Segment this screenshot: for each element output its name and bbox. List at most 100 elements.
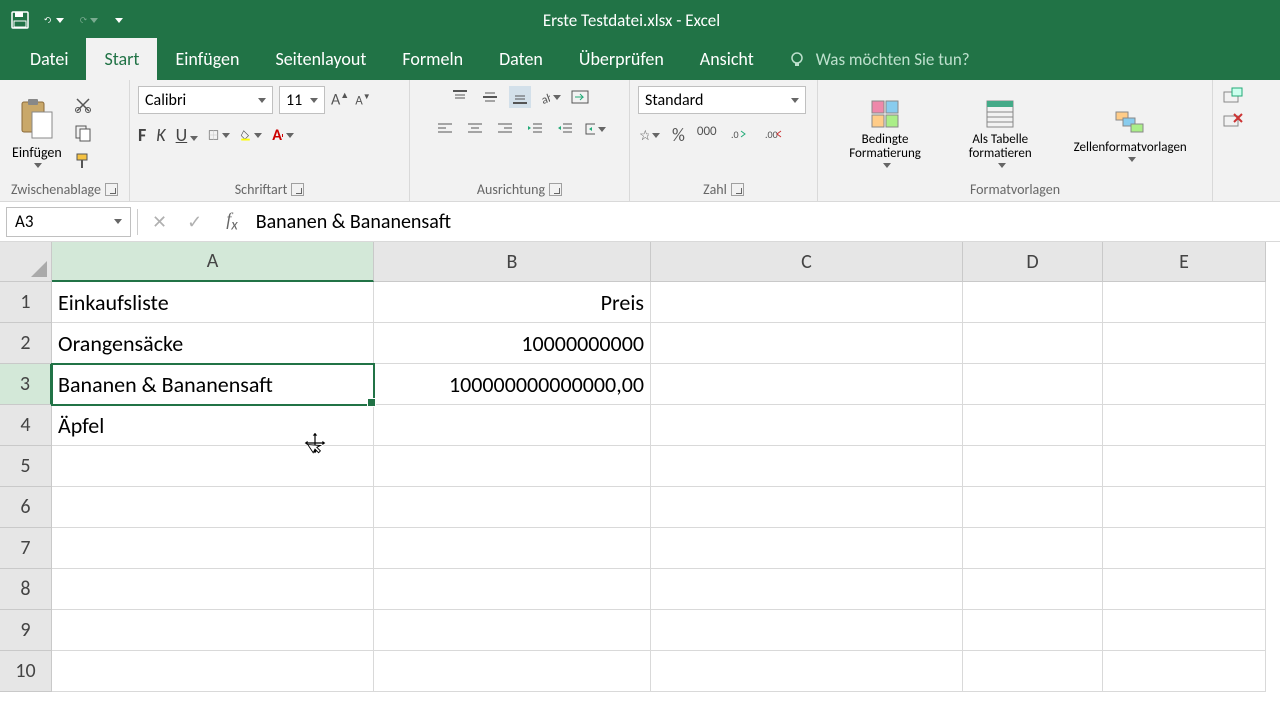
- undo-icon[interactable]: [44, 10, 64, 30]
- redo-icon[interactable]: [78, 10, 98, 30]
- name-box[interactable]: A3: [6, 207, 131, 237]
- font-size-select[interactable]: 11: [279, 86, 325, 114]
- accounting-format-icon[interactable]: ☆: [638, 124, 660, 146]
- row-header-8[interactable]: 8: [0, 569, 52, 610]
- cell-D8[interactable]: [963, 569, 1103, 610]
- decrease-indent-icon[interactable]: [524, 118, 546, 140]
- cell-E4[interactable]: [1103, 405, 1266, 446]
- font-launcher-icon[interactable]: [291, 183, 304, 196]
- cell-D2[interactable]: [963, 323, 1103, 364]
- cell-styles-button[interactable]: Zellenformatvorlagen: [1056, 104, 1204, 162]
- row-header-1[interactable]: 1: [0, 282, 52, 323]
- font-color-icon[interactable]: A: [272, 124, 294, 146]
- row-header-6[interactable]: 6: [0, 487, 52, 528]
- delete-cells-icon[interactable]: [1222, 112, 1244, 130]
- cell-E1[interactable]: [1103, 282, 1266, 323]
- col-header-B[interactable]: B: [374, 242, 651, 282]
- cell-C1[interactable]: [651, 282, 963, 323]
- cell-B9[interactable]: [374, 610, 651, 651]
- format-painter-icon[interactable]: [72, 150, 94, 172]
- cell-B8[interactable]: [374, 569, 651, 610]
- tab-start[interactable]: Start: [86, 38, 157, 80]
- align-launcher-icon[interactable]: [549, 183, 562, 196]
- cell-E7[interactable]: [1103, 528, 1266, 569]
- percent-button[interactable]: %: [672, 124, 685, 146]
- cell-B5[interactable]: [374, 446, 651, 487]
- grow-font-icon[interactable]: A▲: [331, 90, 349, 109]
- decrease-decimal-icon[interactable]: .00: [763, 124, 785, 146]
- cell-D4[interactable]: [963, 405, 1103, 446]
- cell-B7[interactable]: [374, 528, 651, 569]
- insert-cells-icon[interactable]: [1222, 86, 1244, 104]
- borders-icon[interactable]: [208, 124, 230, 146]
- qat-customize-icon[interactable]: [115, 18, 123, 23]
- shrink-font-icon[interactable]: A▼: [355, 92, 370, 108]
- cell-E9[interactable]: [1103, 610, 1266, 651]
- align-left-icon[interactable]: [434, 118, 456, 140]
- save-icon[interactable]: [10, 10, 30, 30]
- bold-button[interactable]: F: [138, 124, 146, 146]
- tab-formeln[interactable]: Formeln: [384, 38, 481, 80]
- row-header-3[interactable]: 3: [0, 364, 52, 405]
- format-as-table-button[interactable]: Als Tabelle formatieren: [946, 97, 1054, 169]
- cell-D6[interactable]: [963, 487, 1103, 528]
- cell-D3[interactable]: [963, 364, 1103, 405]
- cell-C2[interactable]: [651, 323, 963, 364]
- cell-A10[interactable]: [52, 651, 374, 692]
- wrap-text-icon[interactable]: [569, 86, 591, 108]
- cell-E3[interactable]: [1103, 364, 1266, 405]
- increase-decimal-icon[interactable]: .0: [729, 124, 751, 146]
- row-header-2[interactable]: 2: [0, 323, 52, 364]
- spreadsheet-grid[interactable]: ABCDE1EinkaufslistePreis2Orangensäcke100…: [0, 242, 1280, 692]
- align-bottom-icon[interactable]: [509, 86, 531, 108]
- cell-E2[interactable]: [1103, 323, 1266, 364]
- tab-seitenlayout[interactable]: Seitenlayout: [257, 38, 384, 80]
- cell-C4[interactable]: [651, 405, 963, 446]
- cell-D10[interactable]: [963, 651, 1103, 692]
- align-top-icon[interactable]: [449, 86, 471, 108]
- row-header-4[interactable]: 4: [0, 405, 52, 446]
- cell-A2[interactable]: Orangensäcke: [52, 323, 374, 364]
- cell-C10[interactable]: [651, 651, 963, 692]
- align-center-icon[interactable]: [464, 118, 486, 140]
- row-header-7[interactable]: 7: [0, 528, 52, 569]
- formula-input[interactable]: [248, 210, 1280, 234]
- cell-B2[interactable]: 10000000000: [374, 323, 651, 364]
- cell-A1[interactable]: Einkaufsliste: [52, 282, 374, 323]
- cell-C8[interactable]: [651, 569, 963, 610]
- cell-A3[interactable]: Bananen & Bananensaft: [52, 364, 374, 405]
- cell-D5[interactable]: [963, 446, 1103, 487]
- conditional-formatting-button[interactable]: Bedingte Formatierung: [826, 97, 944, 169]
- cell-A8[interactable]: [52, 569, 374, 610]
- cell-A9[interactable]: [52, 610, 374, 651]
- fill-color-icon[interactable]: [240, 124, 262, 146]
- tab-ansicht[interactable]: Ansicht: [682, 38, 772, 80]
- cell-D9[interactable]: [963, 610, 1103, 651]
- copy-icon[interactable]: [72, 122, 94, 144]
- col-header-C[interactable]: C: [651, 242, 963, 282]
- orientation-icon[interactable]: ab: [539, 86, 561, 108]
- cancel-icon[interactable]: ✕: [152, 211, 167, 233]
- select-all-corner[interactable]: [0, 242, 52, 282]
- paste-button[interactable]: Einfügen: [8, 98, 66, 168]
- tab-ueberpruefen[interactable]: Überprüfen: [561, 38, 682, 80]
- number-format-select[interactable]: Standard: [638, 86, 806, 114]
- cell-A4[interactable]: Äpfel: [52, 405, 374, 446]
- cell-B4[interactable]: [374, 405, 651, 446]
- cell-C3[interactable]: [651, 364, 963, 405]
- cell-A6[interactable]: [52, 487, 374, 528]
- cell-B10[interactable]: [374, 651, 651, 692]
- cell-C7[interactable]: [651, 528, 963, 569]
- row-header-9[interactable]: 9: [0, 610, 52, 651]
- cell-E10[interactable]: [1103, 651, 1266, 692]
- cell-E8[interactable]: [1103, 569, 1266, 610]
- align-middle-icon[interactable]: [479, 86, 501, 108]
- italic-button[interactable]: K: [156, 124, 165, 146]
- cell-C6[interactable]: [651, 487, 963, 528]
- cell-D1[interactable]: [963, 282, 1103, 323]
- cell-B6[interactable]: [374, 487, 651, 528]
- number-launcher-icon[interactable]: [731, 183, 744, 196]
- cell-B3[interactable]: 100000000000000,00: [374, 364, 651, 405]
- cell-A7[interactable]: [52, 528, 374, 569]
- underline-button[interactable]: U: [176, 124, 199, 146]
